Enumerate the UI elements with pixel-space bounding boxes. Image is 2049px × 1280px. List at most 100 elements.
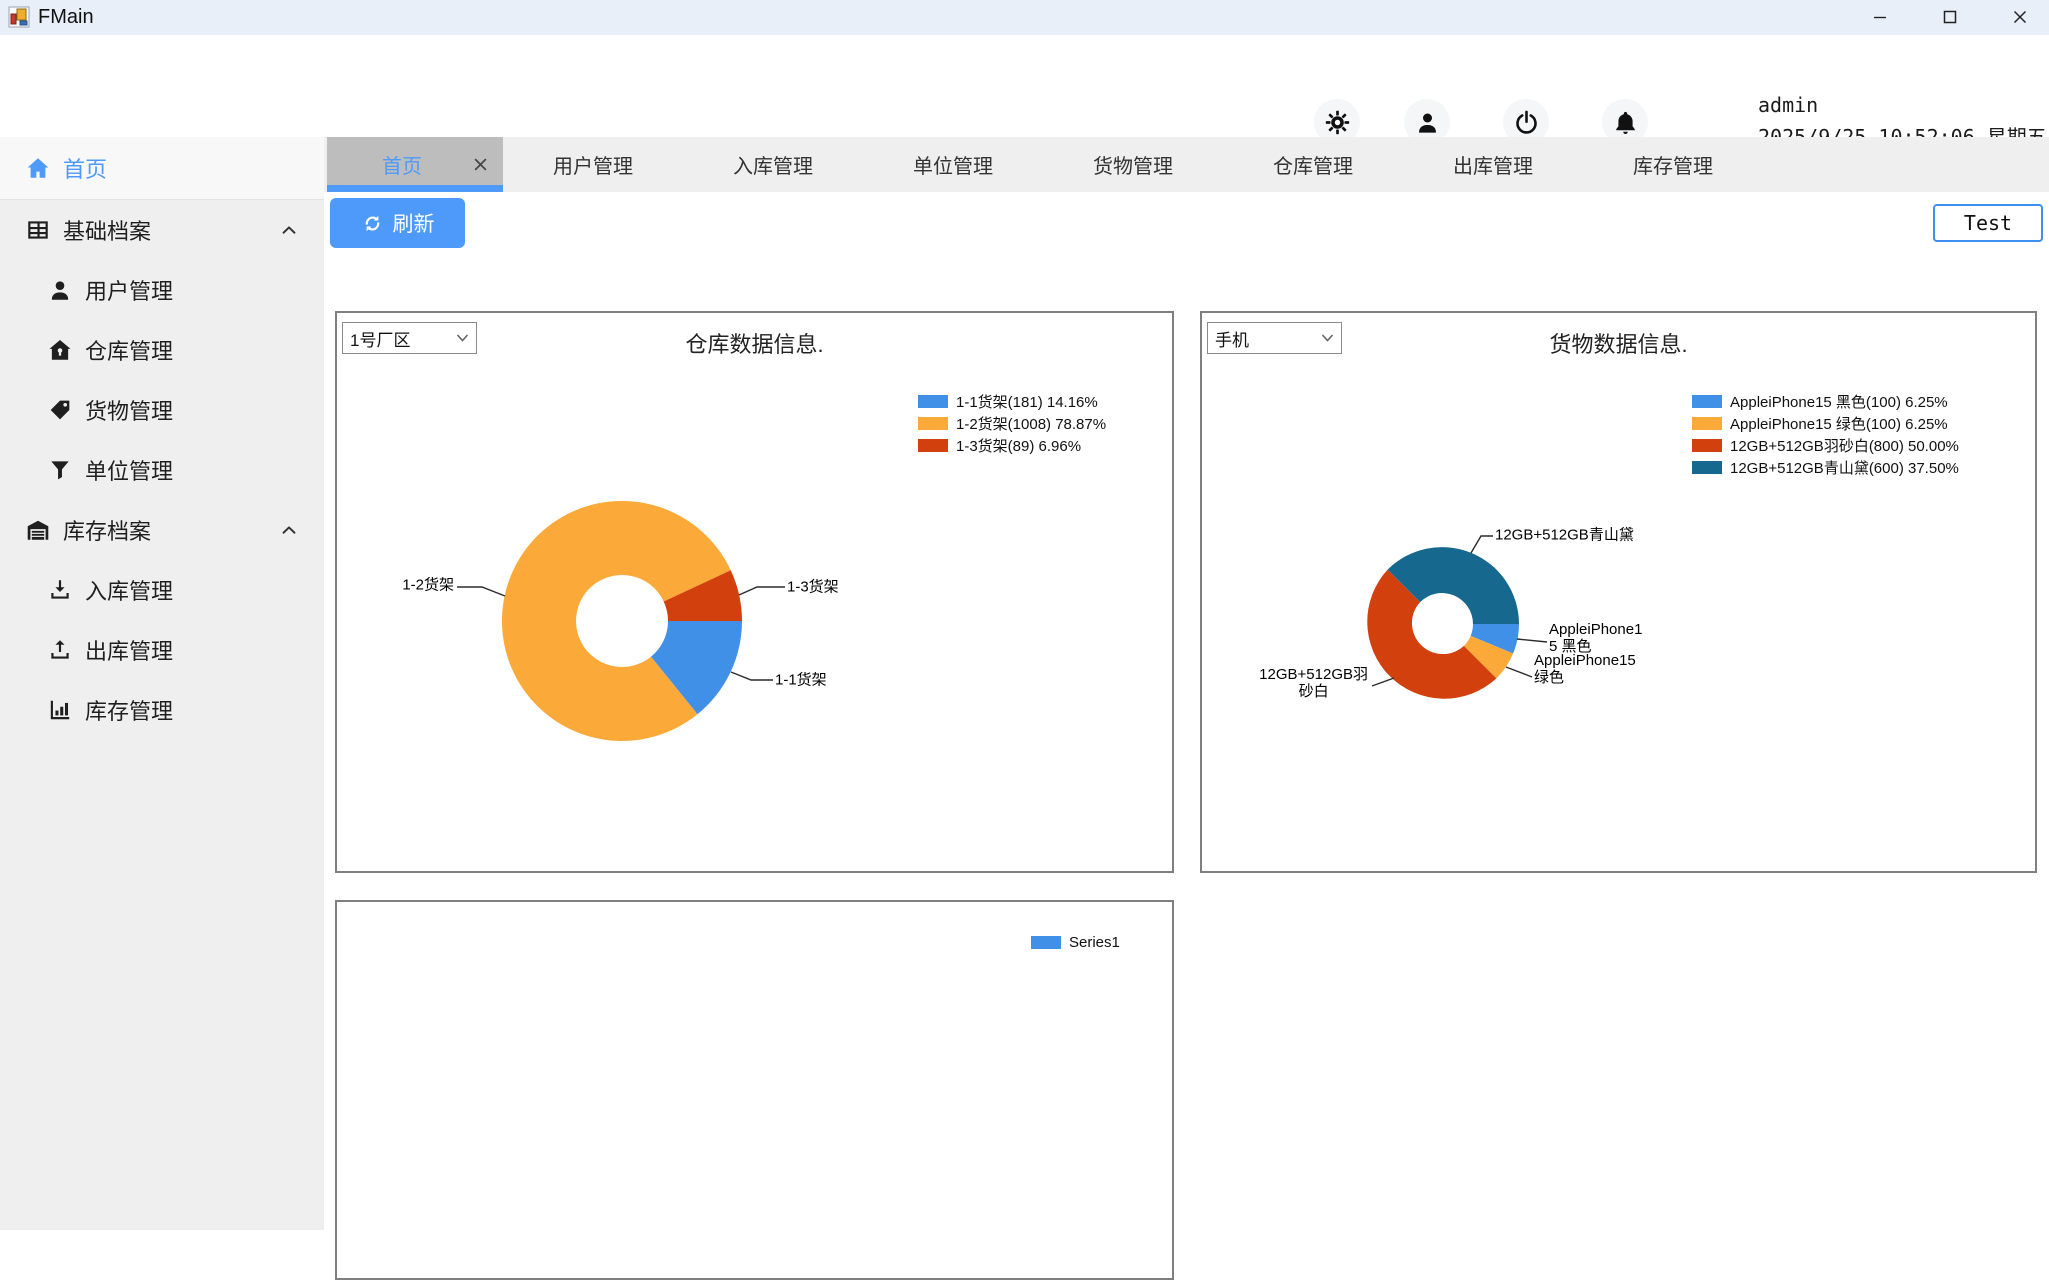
legend-swatch — [1692, 417, 1722, 430]
tab-home-active[interactable]: 首页 — [327, 137, 503, 192]
tab-unit-management[interactable]: 单位管理 — [863, 137, 1043, 192]
tab-label: 仓库管理 — [1273, 150, 1353, 179]
maximize-button[interactable] — [1927, 0, 1973, 34]
username: admin — [1758, 93, 2047, 117]
sidebar-label: 用户管理 — [85, 274, 173, 306]
close-button[interactable] — [1997, 0, 2043, 34]
callout-line — [1517, 639, 1547, 642]
warehouse-icon — [47, 337, 73, 363]
tab-inbound-management[interactable]: 入库管理 — [683, 137, 863, 192]
garage-icon — [25, 517, 51, 543]
home-icon — [25, 155, 51, 181]
legend-swatch — [1031, 936, 1061, 949]
outbound-icon — [47, 637, 73, 663]
slice-label: 1-1货架 — [775, 672, 827, 689]
factory-area-value: 1号厂区 — [350, 326, 410, 351]
grid-icon — [25, 217, 51, 243]
warehouse-chart-panel: 仓库数据信息. 1号厂区 1-1货架(181) 14.16%1-2货架(1008… — [335, 311, 1174, 873]
sidebar-label: 单位管理 — [85, 454, 173, 486]
legend-item: AppleiPhone15 黑色(100) 6.25% — [1692, 390, 1959, 412]
minimize-button[interactable] — [1857, 0, 1903, 34]
legend-swatch — [1692, 439, 1722, 452]
tab-label: 库存管理 — [1633, 150, 1713, 179]
refresh-button[interactable]: 刷新 — [330, 198, 465, 248]
sidebar-item-unit-management[interactable]: 单位管理 — [0, 440, 324, 500]
legend-item: 1-1货架(181) 14.16% — [918, 390, 1106, 412]
legend-item: Series1 — [1031, 931, 1120, 953]
category-select[interactable]: 手机 — [1207, 322, 1342, 354]
category-value: 手机 — [1215, 326, 1249, 351]
legend-swatch — [918, 439, 948, 452]
person-icon — [47, 277, 73, 303]
legend-label: 1-1货架(181) 14.16% — [956, 391, 1098, 412]
tab-goods-management[interactable]: 货物管理 — [1043, 137, 1223, 192]
legend-item: 1-3货架(89) 6.96% — [918, 434, 1106, 456]
sidebar-group-inventory-archives[interactable]: 库存档案 — [0, 500, 324, 560]
sidebar-label: 基础档案 — [63, 214, 151, 246]
test-label: Test — [1964, 211, 2012, 235]
slice-label: 1-3货架 — [787, 579, 839, 596]
slice-label: 12GB+512GB青山黛 — [1495, 527, 1634, 544]
callout-line — [1506, 667, 1532, 677]
sidebar-item-goods-management[interactable]: 货物管理 — [0, 380, 324, 440]
legend-item: AppleiPhone15 绿色(100) 6.25% — [1692, 412, 1959, 434]
tab-label: 货物管理 — [1093, 150, 1173, 179]
tab-label: 出库管理 — [1453, 150, 1533, 179]
slice-label: 1-2货架 — [402, 577, 454, 594]
tab-close-icon[interactable] — [471, 156, 489, 174]
header: admin 2025/9/25 10:52:06 星期五 — [0, 35, 2049, 137]
bell-icon — [1612, 109, 1639, 136]
legend-label: 12GB+512GB青山黛(600) 37.50% — [1730, 457, 1959, 478]
tab-label: 入库管理 — [733, 150, 813, 179]
sidebar-label: 库存档案 — [63, 514, 151, 546]
sidebar-label: 首页 — [63, 152, 107, 184]
legend-label: Series1 — [1069, 934, 1120, 951]
title-bar: FMain — [0, 0, 2049, 36]
app-icon — [8, 6, 30, 28]
sidebar-item-stock-management[interactable]: 库存管理 — [0, 680, 324, 740]
tag-icon — [47, 397, 73, 423]
tab-user-management[interactable]: 用户管理 — [503, 137, 683, 192]
legend-label: 12GB+512GB羽砂白(800) 50.00% — [1730, 435, 1959, 456]
sidebar-item-user-management[interactable]: 用户管理 — [0, 260, 324, 320]
sidebar: 首页基础档案用户管理仓库管理货物管理单位管理库存档案入库管理出库管理库存管理 — [0, 137, 324, 1230]
gear-icon — [1324, 109, 1351, 136]
legend-swatch — [1692, 461, 1722, 474]
callout-line — [739, 587, 785, 595]
user-icon — [1414, 109, 1441, 136]
sidebar-item-warehouse-management[interactable]: 仓库管理 — [0, 320, 324, 380]
chevron-up-icon[interactable] — [278, 519, 300, 541]
tab-outbound-management[interactable]: 出库管理 — [1403, 137, 1583, 192]
legend-swatch — [918, 395, 948, 408]
inbound-icon — [47, 577, 73, 603]
tab-warehouse-management[interactable]: 仓库管理 — [1223, 137, 1403, 192]
callout-line — [731, 672, 773, 680]
test-button[interactable]: Test — [1933, 204, 2043, 242]
sidebar-label: 出库管理 — [85, 634, 173, 666]
slice-label: AppleiPhone15 绿色 — [1534, 652, 1636, 686]
callout-line — [457, 587, 505, 596]
tab-stock-management[interactable]: 库存管理 — [1583, 137, 1763, 192]
chevron-up-icon[interactable] — [278, 219, 300, 241]
chevron-down-icon — [456, 334, 469, 343]
sidebar-label: 货物管理 — [85, 394, 173, 426]
callout-line — [1471, 536, 1493, 553]
sidebar-item-inbound-management[interactable]: 入库管理 — [0, 560, 324, 620]
tab-strip: 首页 用户管理 入库管理 单位管理 货物管理 仓库管理 出库管理 库存管理 — [324, 137, 2049, 192]
sidebar-item-outbound-management[interactable]: 出库管理 — [0, 620, 324, 680]
legend-item: 12GB+512GB羽砂白(800) 50.00% — [1692, 434, 1959, 456]
tab-label: 单位管理 — [913, 150, 993, 179]
series-chart-panel: Series1 — [335, 900, 1174, 1280]
goods-chart-legend: AppleiPhone15 黑色(100) 6.25%AppleiPhone15… — [1692, 390, 1959, 478]
warehouse-chart-legend: 1-1货架(181) 14.16%1-2货架(1008) 78.87%1-3货架… — [918, 390, 1106, 456]
sidebar-group-basic-archives[interactable]: 基础档案 — [0, 200, 324, 260]
slice-label: AppleiPhone1 5 黑色 — [1549, 621, 1642, 655]
tab-label: 用户管理 — [553, 150, 633, 179]
funnel-icon — [47, 457, 73, 483]
power-icon — [1513, 109, 1540, 136]
sidebar-item-home[interactable]: 首页 — [0, 137, 324, 200]
refresh-icon — [361, 212, 384, 235]
legend-label: 1-2货架(1008) 78.87% — [956, 413, 1106, 434]
factory-area-select[interactable]: 1号厂区 — [342, 322, 477, 354]
callout-line — [1372, 678, 1394, 686]
